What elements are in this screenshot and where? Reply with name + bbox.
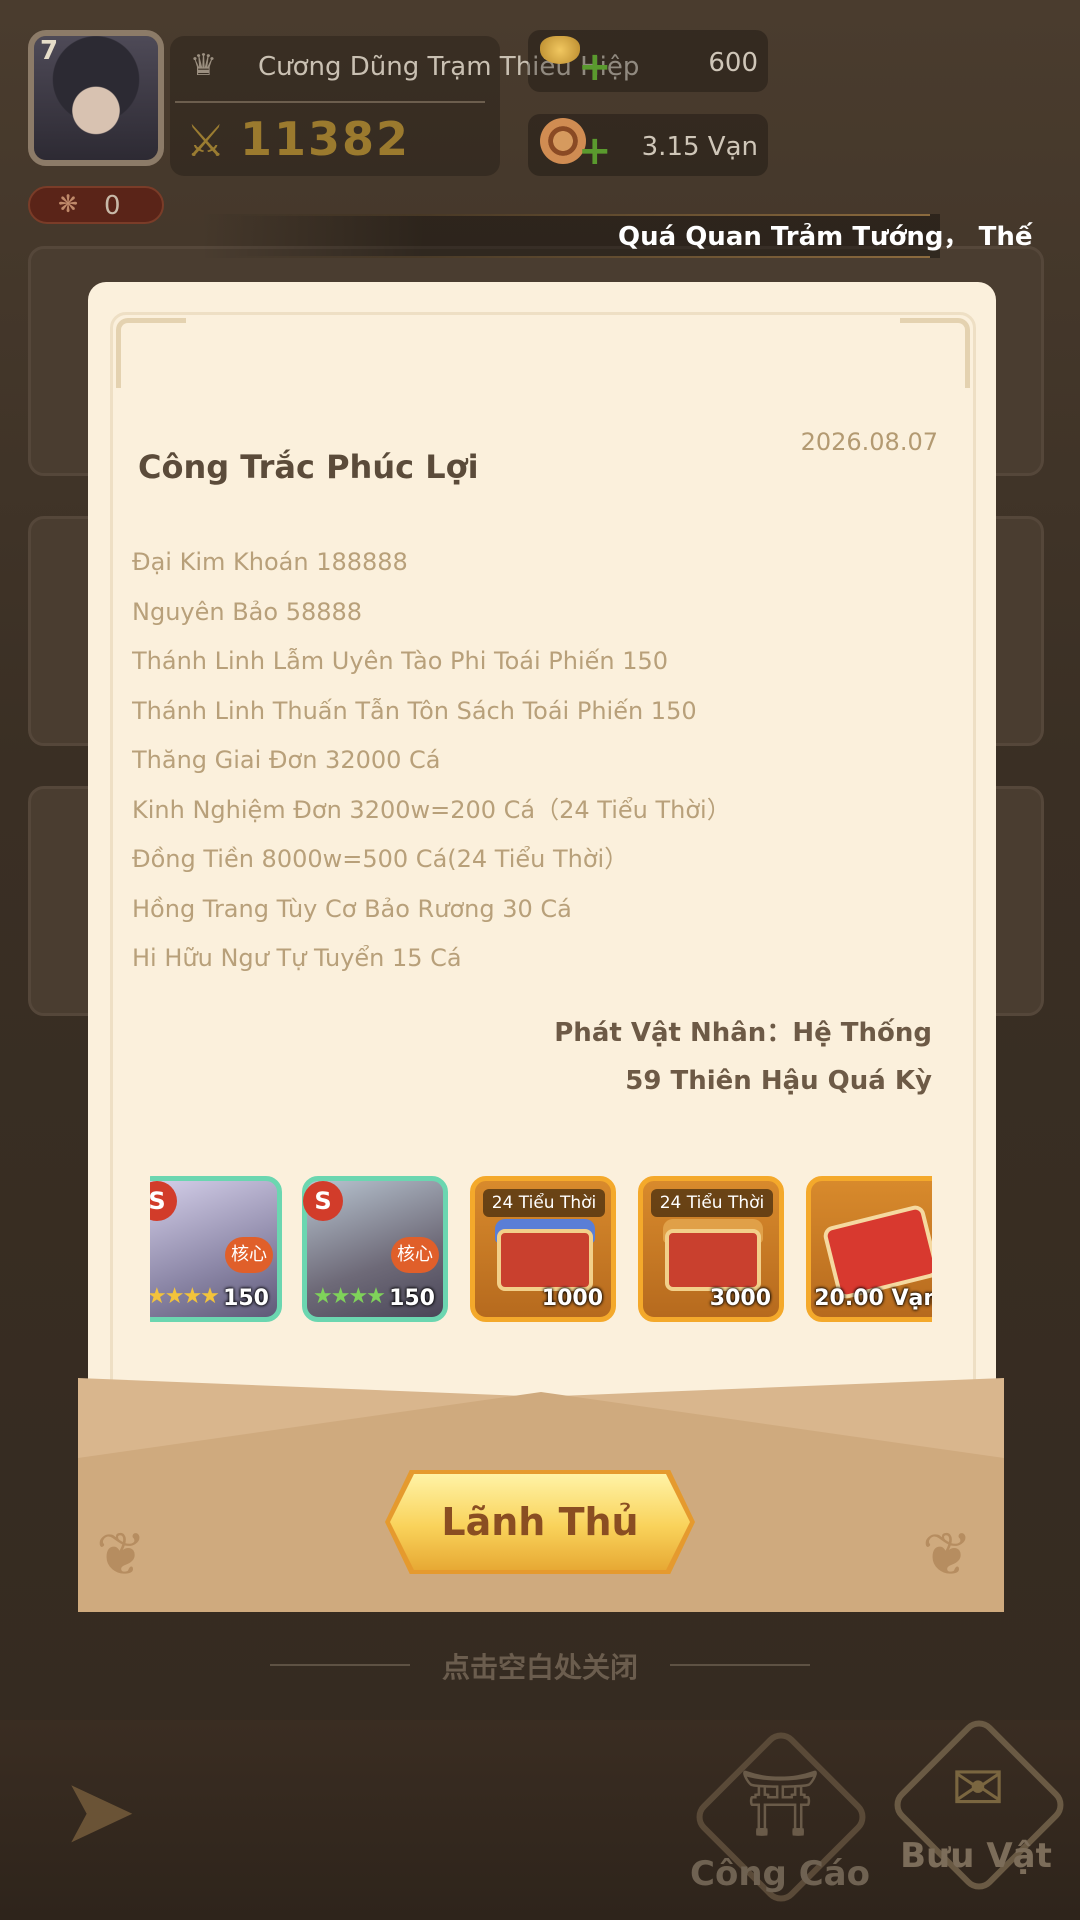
- reward-item-ticket[interactable]: 20.00 Vạn: [806, 1176, 932, 1322]
- honor-value: 0: [104, 191, 121, 221]
- reward-item-coin-chest[interactable]: 24 Tiểu Thời 3000: [638, 1176, 784, 1322]
- combat-power: 11382: [240, 112, 411, 166]
- flame-icon: ❋: [58, 190, 79, 218]
- chest-icon: [665, 1229, 761, 1291]
- mail-line: Thánh Linh Thuấn Tẫn Tôn Sách Toái Phiến…: [132, 696, 697, 725]
- reward-count: 3000: [709, 1286, 771, 1311]
- crown-icon: ♛: [190, 48, 217, 83]
- reward-count: 20.00 Vạn: [814, 1286, 932, 1311]
- crossed-swords-icon: ⚔: [186, 116, 226, 167]
- mail-body[interactable]: Đại Kim Khoán 188888 Nguyên Bảo 58888 Th…: [132, 544, 952, 994]
- player-level: 7: [40, 36, 59, 66]
- duration-tag: 24 Tiểu Thời: [651, 1189, 773, 1217]
- reward-item-hero-shard[interactable]: S 核心 ★★★★ 150: [302, 1176, 448, 1322]
- mail-line: Đồng Tiền 8000w=500 Cá(24 Tiểu Thời）: [132, 845, 629, 873]
- star-rating: ★★★★: [150, 1284, 220, 1309]
- claim-button-label: Lãnh Thủ: [441, 1500, 639, 1544]
- mail-sender: Phát Vật Nhân：Hệ Thống: [554, 1018, 932, 1048]
- mail-line: Thánh Linh Lẫm Uyên Tào Phi Toái Phiến 1…: [132, 647, 669, 675]
- core-badge: 核心: [391, 1237, 439, 1273]
- add-gold-icon[interactable]: +: [578, 44, 612, 90]
- corner-ornament: [900, 318, 970, 388]
- star-rating: ★★★★: [313, 1284, 386, 1309]
- mail-line: Đại Kim Khoán 188888: [132, 548, 408, 576]
- reward-count: 150: [389, 1286, 435, 1311]
- nav-mail[interactable]: Bưu Vật: [876, 1836, 1076, 1876]
- gold-ingot-icon: [540, 36, 580, 64]
- gold-value: 600: [708, 48, 758, 78]
- marquee-text: Quá Quan Trảm Tướng， Thế: [618, 222, 1033, 252]
- reward-item-exp-chest[interactable]: 24 Tiểu Thời 1000: [470, 1176, 616, 1322]
- reward-list[interactable]: S 核心 ★★★★ 150 S 核心 ★★★★ 150 24 Tiểu Thời…: [150, 1172, 932, 1324]
- back-arrow-icon[interactable]: ➤: [44, 1762, 154, 1862]
- reward-count: 150: [223, 1286, 269, 1311]
- coin-value: 3.15 Vạn: [641, 132, 758, 162]
- nav-announcement[interactable]: Công Cáo: [680, 1854, 880, 1894]
- gate-icon[interactable]: ⛩: [720, 1766, 840, 1841]
- mail-line: Thăng Giai Đơn 32000 Cá: [132, 746, 441, 774]
- mail-line: Hồng Trang Tùy Cơ Bảo Rương 30 Cá: [132, 894, 572, 923]
- rank-badge: S: [303, 1181, 343, 1221]
- envelope-icon[interactable]: ✉: [918, 1752, 1038, 1826]
- hint-divider: [670, 1664, 810, 1666]
- rank-badge: S: [150, 1181, 177, 1221]
- mail-line: Kinh Nghiệm Đơn 3200w=200 Cá（24 Tiểu Thờ…: [132, 795, 731, 824]
- reward-count: 1000: [541, 1286, 603, 1311]
- add-coin-icon[interactable]: +: [578, 128, 612, 174]
- duration-tag: 24 Tiểu Thời: [483, 1189, 605, 1217]
- honor-badge: [28, 186, 164, 224]
- marquee-divider: [230, 256, 930, 258]
- chest-icon: [497, 1229, 593, 1291]
- close-hint[interactable]: 点击空白处关闭: [0, 1646, 1080, 1686]
- mail-line: Nguyên Bảo 58888: [132, 597, 363, 626]
- mail-date: 2026.08.07: [800, 428, 938, 456]
- core-badge: 核心: [225, 1237, 273, 1273]
- reward-item-hero-shard[interactable]: S 核心 ★★★★ 150: [150, 1176, 282, 1322]
- divider: [175, 101, 485, 103]
- mail-title: Công Trắc Phúc Lợi: [138, 448, 479, 486]
- mail-line: Hi Hữu Ngư Tự Tuyển 15 Cá: [132, 944, 462, 972]
- mail-expiry: 59 Thiên Hậu Quá Kỳ: [625, 1066, 932, 1096]
- corner-ornament: ❦: [96, 1520, 147, 1590]
- corner-ornament: ❦: [922, 1520, 973, 1590]
- corner-ornament: [116, 318, 186, 388]
